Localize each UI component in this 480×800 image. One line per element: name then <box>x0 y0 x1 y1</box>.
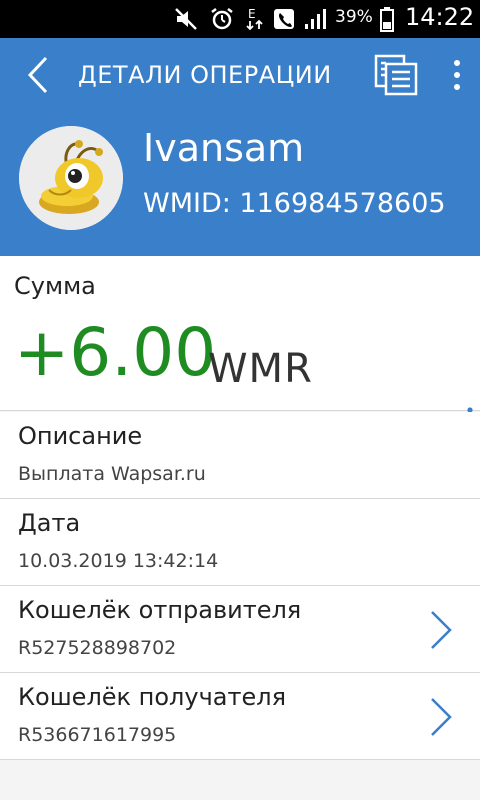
amount-label: Сумма <box>14 272 96 300</box>
mute-icon <box>172 0 200 38</box>
alarm-icon <box>208 0 236 38</box>
date-title: Дата <box>18 509 81 537</box>
operation-header: ДЕТАЛИ ОПЕРАЦИИ Ivansam WMID: 1169845786… <box>0 38 480 256</box>
account-name: Ivansam <box>143 126 305 170</box>
recipient-wallet-title: Кошелёк получателя <box>18 683 287 711</box>
chevron-right-icon[interactable] <box>424 695 456 739</box>
amount-value: +6.00 <box>14 314 217 391</box>
copy-document-icon <box>374 54 418 96</box>
recipient-wallet-row[interactable]: Кошелёк получателя R536671617995 <box>0 673 480 760</box>
description-title: Описание <box>18 422 143 450</box>
sender-wallet-row[interactable]: Кошелёк отправителя R527528898702 <box>0 586 480 673</box>
sender-wallet-value: R527528898702 <box>18 637 177 659</box>
sender-wallet-title: Кошелёк отправителя <box>18 596 302 624</box>
amount-section: Сумма +6.00 WMR <box>0 256 480 411</box>
avatar <box>19 126 123 230</box>
amount-currency: WMR <box>208 346 313 392</box>
svg-text:E: E <box>248 7 256 21</box>
phone-icon <box>271 0 297 38</box>
wmid-label: WMID: 116984578605 <box>143 188 446 219</box>
battery-percent: 39% <box>335 7 373 27</box>
description-value: Выплата Wapsar.ru <box>18 463 206 485</box>
more-options-button[interactable] <box>444 54 470 96</box>
chevron-right-icon[interactable] <box>424 608 456 652</box>
date-row: Дата 10.03.2019 13:42:14 <box>0 499 480 586</box>
more-vertical-icon <box>454 60 460 90</box>
battery-icon <box>378 0 396 38</box>
data-e-icon: E <box>243 0 267 38</box>
page-title: ДЕТАЛИ ОПЕРАЦИИ <box>78 61 332 89</box>
back-arrow-icon <box>27 56 48 94</box>
description-row: Описание Выплата Wapsar.ru <box>0 412 480 499</box>
signal-icon <box>302 0 330 38</box>
clock-time: 14:22 <box>405 3 475 31</box>
date-value: 10.03.2019 13:42:14 <box>18 550 219 572</box>
recipient-wallet-value: R536671617995 <box>18 724 177 746</box>
back-button[interactable] <box>18 52 58 98</box>
bee-mascot-icon <box>19 126 123 230</box>
status-bar: E 39% 14:22 <box>0 0 480 38</box>
copy-button[interactable] <box>373 52 421 98</box>
bottom-empty-area <box>0 761 480 800</box>
